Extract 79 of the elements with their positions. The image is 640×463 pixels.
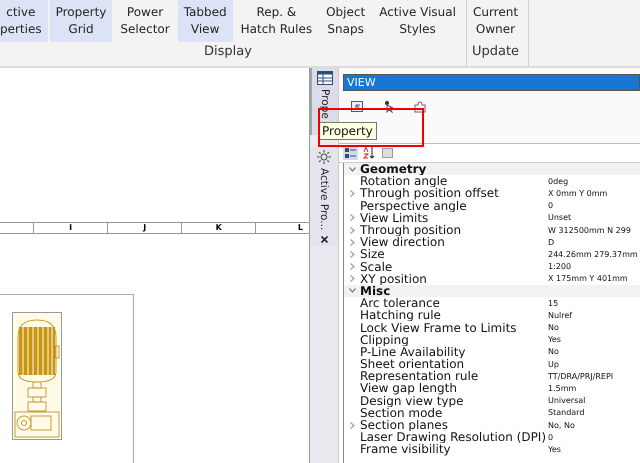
property-value[interactable]: Universal <box>548 396 586 406</box>
property-value[interactable]: D <box>548 238 554 247</box>
grid-icon <box>317 71 333 85</box>
property-value[interactable]: No <box>548 323 559 332</box>
property-name: Size <box>360 248 386 260</box>
close-icon[interactable] <box>320 236 328 244</box>
chevron-icon[interactable] <box>348 166 356 172</box>
property-value[interactable]: Standard <box>548 408 584 418</box>
sort-button[interactable] <box>361 146 377 160</box>
ribbon-button[interactable]: Rep. & Hatch Rules <box>234 0 318 42</box>
property-name: View Limits <box>360 212 428 224</box>
group-label: Update <box>472 44 520 59</box>
pointer-icon[interactable] <box>384 101 394 113</box>
property-name: Frame visibility <box>360 443 452 456</box>
property-value[interactable]: X 0mm Y 0mm <box>548 188 608 198</box>
property-name: Through position <box>360 224 462 236</box>
dock-tab[interactable]: Active Pro... <box>310 146 338 246</box>
ruler-label: I <box>69 224 72 232</box>
property-name: Through position offset <box>360 187 500 200</box>
property-name: XY position <box>360 272 428 285</box>
property-name: Lock View Frame to Limits <box>360 322 518 334</box>
chevron-icon[interactable] <box>350 422 354 429</box>
chevron-icon[interactable] <box>350 250 354 258</box>
property-value[interactable]: 1:200 <box>548 262 572 272</box>
property-name: Scale <box>360 260 394 273</box>
chevron-icon[interactable] <box>350 226 354 234</box>
property-name: Rotation angle <box>360 175 448 188</box>
categorized-button[interactable] <box>343 146 358 160</box>
chevron-icon[interactable] <box>350 263 354 270</box>
property-value[interactable]: 1.5mm <box>548 384 576 393</box>
property-value[interactable]: 15 <box>548 298 558 308</box>
property-value[interactable]: No, No <box>548 420 575 430</box>
ruler-label: K <box>216 224 222 232</box>
property-name: Arc tolerance <box>360 297 441 310</box>
property-name: Hatching rule <box>360 309 442 322</box>
pages-button[interactable] <box>380 146 395 160</box>
property-name: Laser Drawing Resolution (DPI) <box>360 431 548 444</box>
property-value[interactable]: Unset <box>548 213 572 222</box>
ruler-label: J <box>143 224 146 232</box>
property-name: Sheet orientation <box>360 358 466 370</box>
property-value[interactable]: 0deg <box>548 176 568 186</box>
sun-icon <box>317 150 331 164</box>
property-name: Design view type <box>360 394 464 407</box>
property-value[interactable]: 0 <box>548 201 554 210</box>
property-value[interactable]: 0 <box>548 432 554 442</box>
property-value[interactable]: 244.26mm 279.37mm <box>548 250 638 259</box>
chevron-icon[interactable] <box>350 214 354 222</box>
group-label: Display <box>204 44 252 59</box>
chevron-icon[interactable] <box>350 238 354 246</box>
property-name: Perspective angle <box>360 200 468 212</box>
ribbon-button[interactable]: Tabbed View <box>178 0 233 42</box>
ribbon-button[interactable]: Power Selector <box>114 0 176 42</box>
property-name: Representation rule <box>360 370 480 382</box>
property-value[interactable]: Up <box>548 360 559 369</box>
property-name: P-Line Availability <box>360 346 467 358</box>
property-value[interactable]: TT/DRA/PRJ/REPI <box>548 372 614 381</box>
property-name: Section planes <box>360 419 449 432</box>
chevron-icon[interactable] <box>348 288 356 294</box>
property-name: Section mode <box>360 406 442 419</box>
tooltip: Property <box>318 122 377 140</box>
property-name: View gap length <box>360 382 458 394</box>
panel-title-bar: VIEW <box>343 74 640 91</box>
ribbon-button[interactable]: Object Snaps <box>320 0 372 42</box>
property-value[interactable]: No <box>548 347 559 356</box>
property-value[interactable]: Yes <box>548 444 561 454</box>
ruler-label: L <box>298 224 303 232</box>
property-name: Clipping <box>360 334 410 346</box>
property-name: View direction <box>360 236 446 248</box>
chevron-icon[interactable] <box>350 275 354 282</box>
property-value[interactable]: X 175mm Y 401mm <box>548 274 628 284</box>
ribbon-button[interactable]: Current Owner <box>466 0 524 42</box>
property-value[interactable]: Yes <box>548 335 561 344</box>
property-value[interactable]: W 312500mm N 299 <box>548 226 631 235</box>
chevron-icon[interactable] <box>350 190 354 197</box>
ribbon-button[interactable]: Active Visual Styles <box>373 0 462 42</box>
category-header[interactable]: Misc <box>360 284 390 298</box>
ribbon-button[interactable]: ctive perties <box>0 0 48 42</box>
property-value[interactable]: Nulref <box>548 310 572 320</box>
ribbon-button[interactable]: Property Grid <box>50 0 112 42</box>
